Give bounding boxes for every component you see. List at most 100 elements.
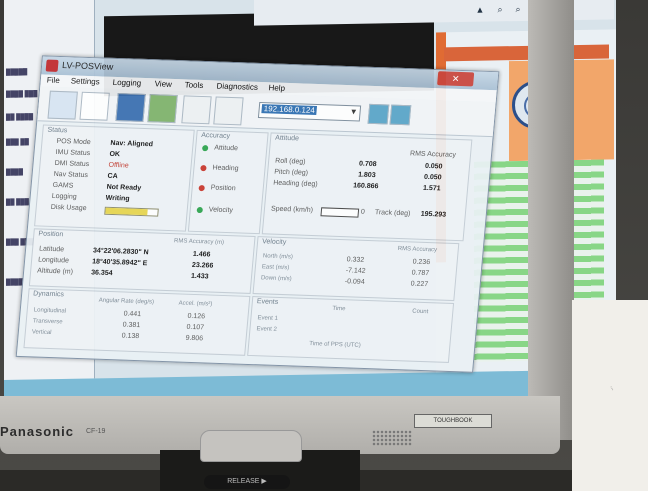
menu-file[interactable]: File xyxy=(46,76,60,85)
velocity-value: -7.142 xyxy=(345,267,366,275)
track-value: 195.293 xyxy=(420,210,447,219)
position-group: Position RMS Accuracy (m) Latitude 34°22… xyxy=(28,228,256,294)
speed-value: 0 xyxy=(360,208,366,216)
velocity-rms: 0.236 xyxy=(412,258,431,267)
left-pane-item: ████ xyxy=(6,279,24,286)
blank-tool-icon[interactable] xyxy=(79,91,110,121)
status-group: Status POS Mode Nav: Aligned IMU Status … xyxy=(34,124,195,232)
ip-address-select[interactable]: 192.168.0.124 ▼ xyxy=(257,101,362,122)
attitude-group: Attitude RMS Accuracy Roll (deg) 0.708 0… xyxy=(261,132,473,242)
events-time-header: Time xyxy=(332,305,346,313)
dynamics-value: 0.381 xyxy=(122,321,141,330)
status-value: OK xyxy=(109,150,121,159)
velocity-label: East (m/s) xyxy=(261,264,290,272)
position-rms: 1.466 xyxy=(192,250,211,259)
parameters-icon[interactable] xyxy=(147,94,178,124)
speaker-grille xyxy=(372,430,412,446)
reconnect-icon[interactable] xyxy=(367,103,390,125)
brand-logo: Panasonic xyxy=(0,424,75,439)
velocity-rms: 0.227 xyxy=(410,280,429,289)
zoom-out-icon[interactable]: ⌕ xyxy=(512,3,524,15)
dynamics-value: 0.138 xyxy=(121,332,140,341)
dynamics-label: Vertical xyxy=(31,329,52,337)
attitude-label: Heading (deg) xyxy=(272,179,318,189)
dynamics-value: 9.806 xyxy=(185,334,204,343)
chevron-down-icon: ▼ xyxy=(349,107,358,117)
rms-header: RMS Accuracy xyxy=(397,246,438,254)
speed-label: Speed (km/h) xyxy=(270,205,314,215)
accuracy-group: Accuracy Attitude Heading Position Veloc… xyxy=(187,129,269,235)
window-title: LV-POSView xyxy=(61,60,114,72)
screen-latch[interactable] xyxy=(200,430,302,462)
velocity-label: Down (m/s) xyxy=(260,275,292,283)
status-title: Status xyxy=(47,126,68,135)
status-label: Logging xyxy=(51,192,77,201)
dynamics-value: 0.126 xyxy=(187,312,206,321)
status-value: Offline xyxy=(108,161,129,170)
model-label: CF-19 xyxy=(86,428,106,435)
menu-logging[interactable]: Logging xyxy=(112,78,141,88)
position-label: Latitude xyxy=(38,245,65,254)
menu-help[interactable]: Help xyxy=(268,83,285,93)
pps-label: Time of PPS (UTC) xyxy=(309,341,361,349)
app-icon xyxy=(45,59,59,72)
left-pane-item: ██ ███ xyxy=(6,199,29,206)
accuracy-label: Attitude xyxy=(213,144,239,153)
menu-tools[interactable]: Tools xyxy=(184,80,203,90)
status-label: POS Mode xyxy=(56,137,92,147)
disabled-tool-icon[interactable] xyxy=(181,95,212,125)
events-group: Events Time Count Event 1 Event 2 Time o… xyxy=(247,296,455,363)
menu-settings[interactable]: Settings xyxy=(70,76,100,86)
rms-header: RMS Accuracy xyxy=(409,150,457,159)
track-label: Track (deg) xyxy=(374,209,411,218)
toughbook-badge: TOUGHBOOK xyxy=(414,414,492,428)
status-label: Nav Status xyxy=(53,170,89,180)
dynamics-value: 0.441 xyxy=(123,310,142,319)
accuracy-label: Position xyxy=(210,184,236,193)
connect-icon[interactable] xyxy=(47,90,78,120)
attitude-rms: 0.050 xyxy=(423,173,442,182)
position-value: 34°22'06.2830" N xyxy=(92,247,149,257)
dynamics-group: Dynamics Angular Rate (deg/s) Accel. (m/… xyxy=(23,288,251,356)
attitude-title: Attitude xyxy=(274,134,300,143)
velocity-label: North (m/s) xyxy=(262,253,294,261)
accuracy-status-dot xyxy=(196,206,204,214)
attitude-label: Roll (deg) xyxy=(274,157,306,166)
install-icon[interactable] xyxy=(115,93,146,122)
velocity-value: 0.332 xyxy=(346,256,365,264)
attitude-rms: 0.050 xyxy=(424,162,443,171)
accuracy-status-dot xyxy=(198,184,205,192)
ip-address-value: 192.168.0.124 xyxy=(261,104,318,115)
attitude-value: 0.708 xyxy=(358,160,377,169)
events-title: Events xyxy=(256,298,279,306)
posview-window: LV-POSView ✕ File Settings Logging View … xyxy=(15,55,500,373)
attitude-value: 160.866 xyxy=(352,182,379,191)
position-label: Altitude (m) xyxy=(36,267,74,276)
dynamics-label: Longitudinal xyxy=(33,307,67,315)
speed-indicator xyxy=(320,207,360,218)
release-button[interactable]: RELEASE ▶ xyxy=(204,475,290,489)
event-label: Event 1 xyxy=(257,315,279,322)
event-label: Event 2 xyxy=(256,326,278,333)
position-rms: 1.433 xyxy=(190,272,209,281)
status-value: CA xyxy=(107,172,118,181)
accuracy-label: Velocity xyxy=(208,206,234,215)
dynamics-label: Transverse xyxy=(32,318,63,326)
events-count-header: Count xyxy=(412,308,429,316)
status-label: IMU Status xyxy=(55,148,91,158)
velocity-title: Velocity xyxy=(261,238,287,247)
disconnect-icon[interactable] xyxy=(389,104,412,126)
cursor-icon[interactable]: ▲ xyxy=(474,4,486,16)
position-label: Longitude xyxy=(37,256,70,265)
menu-diagnostics[interactable]: Diagnostics xyxy=(216,81,258,91)
close-button[interactable]: ✕ xyxy=(437,71,475,87)
menu-view[interactable]: View xyxy=(154,79,172,89)
status-value: Writing xyxy=(105,194,130,203)
disabled-tool-icon[interactable] xyxy=(213,96,244,126)
zoom-icon[interactable]: ⌕ xyxy=(494,3,506,15)
attitude-rms: 1.571 xyxy=(422,184,441,193)
screen-frame-right xyxy=(528,0,574,440)
status-value: Not Ready xyxy=(106,183,142,192)
attitude-label: Pitch (deg) xyxy=(273,168,309,177)
disk-usage-bar xyxy=(104,206,159,217)
